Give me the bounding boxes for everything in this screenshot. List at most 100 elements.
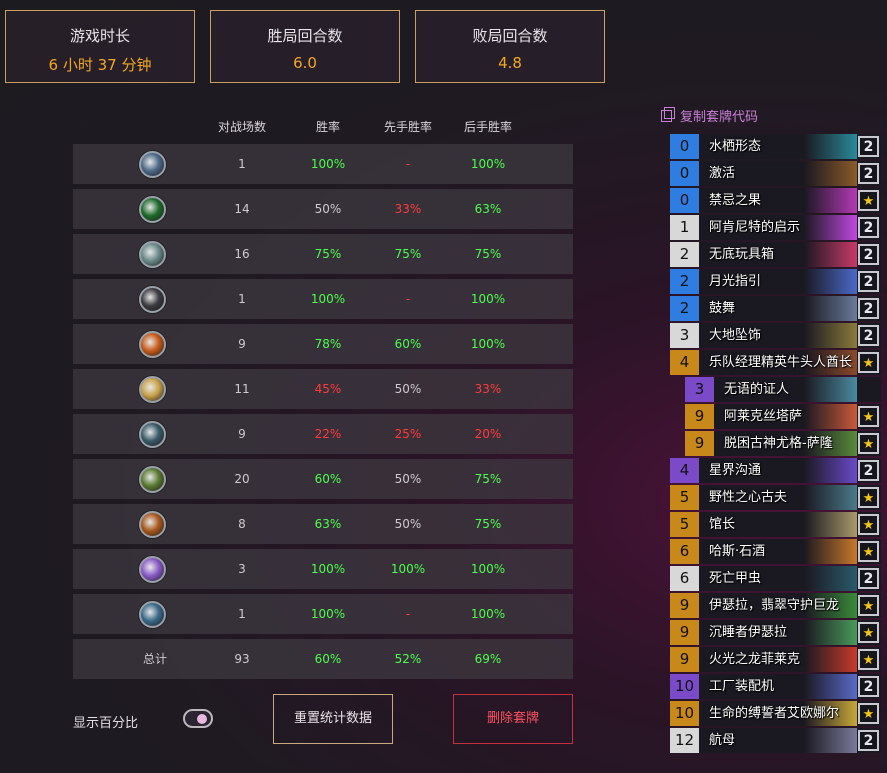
second-winrate-cell: 100% [470,607,506,621]
deck-card[interactable]: 9 脱困古神尤格-萨隆 ★ [685,431,881,456]
winrate-cell: 100% [310,607,346,621]
table-header: 对战场数 胜率 先手胜率 后手胜率 [73,118,573,136]
card-count-badge: 2 [858,676,879,697]
deck-card[interactable]: 2 月光指引 2 [670,269,881,294]
deck-card[interactable]: 5 馆长 ★ [670,512,881,537]
winrate-cell: 100% [310,157,346,171]
card-count-badge: ★ [858,622,879,643]
card-art [775,458,857,483]
druid-class-icon [139,241,166,268]
deck-card[interactable]: 10 工厂装配机 2 [670,674,881,699]
card-cost: 9 [685,431,714,456]
games-cell: 11 [234,382,250,396]
deck-card[interactable]: 9 火光之龙菲莱克 ★ [670,647,881,672]
deck-card[interactable]: 9 伊瑟拉，翡翠守护巨龙 ★ [670,593,881,618]
first-winrate-cell: 75% [394,247,422,261]
winrate-cell: 22% [314,427,342,441]
table-row: 16 75% 75% 75% [73,234,573,274]
deck-card[interactable]: 3 无语的证人 [685,377,881,402]
card-count-badge: ★ [858,352,879,373]
first-winrate-cell: 60% [394,337,422,351]
card-name: 脱困古神尤格-萨隆 [724,436,833,451]
deck-card[interactable]: 3 大地坠饰 2 [670,323,881,348]
card-cost: 5 [670,512,699,537]
deck-card[interactable]: 4 乐队经理精英牛头人酋长 ★ [670,350,881,375]
header-first-winrate: 先手胜率 [383,120,432,134]
stat-value: 4.8 [498,54,522,72]
first-winrate-cell: 50% [394,382,422,396]
card-cost: 2 [670,242,699,267]
card-name: 乐队经理精英牛头人酋长 [709,355,853,370]
card-count-badge: ★ [858,190,879,211]
card-count-badge: ★ [858,406,879,427]
card-art [775,269,857,294]
card-name: 死亡甲虫 [709,571,762,586]
deck-card[interactable]: 9 阿莱克丝塔萨 ★ [685,404,881,429]
header-second-winrate: 后手胜率 [463,120,512,134]
deck-card[interactable]: 4 星界沟通 2 [670,458,881,483]
card-name: 鼓舞 [709,301,736,316]
deck-card[interactable]: 6 哈斯·石酒 ★ [670,539,881,564]
games-cell: 1 [238,607,246,621]
first-winrate-cell: - [405,292,411,306]
show-percent-toggle[interactable] [183,709,213,728]
games-cell: 1 [238,292,246,306]
stat-label: 胜局回合数 [267,27,343,45]
demon-hunter-class-icon [139,466,166,493]
table-total-row: 总计 93 60% 52% 69% [73,639,573,679]
deck-card[interactable]: 1 阿肯尼特的启示 2 [670,215,881,240]
winrate-cell: 75% [314,247,342,261]
deck-card[interactable]: 6 死亡甲虫 2 [670,566,881,591]
paladin-class-icon [139,376,166,403]
card-cost: 5 [670,485,699,510]
card-name: 沉睡者伊瑟拉 [709,625,788,640]
deck-card[interactable]: 0 禁忌之果 ★ [670,188,881,213]
deck-card[interactable]: 12 航母 2 [670,728,881,753]
card-count-badge: ★ [858,541,879,562]
first-winrate-cell: 33% [394,202,422,216]
card-name: 水栖形态 [709,139,762,154]
card-count-badge: ★ [858,649,879,670]
delete-deck-button[interactable]: 删除套牌 [453,694,573,744]
winrate-cell: 63% [314,517,342,531]
header-games: 对战场数 [217,120,266,134]
deck-card[interactable]: 5 野性之心古夫 ★ [670,485,881,510]
card-art [775,620,857,645]
games-cell: 9 [238,427,246,441]
card-cost: 4 [670,350,699,375]
card-cost: 10 [670,701,699,726]
table-row: 9 78% 60% 100% [73,324,573,364]
card-cost: 3 [685,377,714,402]
card-count-badge: 2 [858,136,879,157]
second-winrate-cell: 100% [470,292,506,306]
winrate-cell: 50% [314,202,342,216]
deck-card[interactable]: 9 沉睡者伊瑟拉 ★ [670,620,881,645]
stat-box-win-turns: 胜局回合数 6.0 [210,10,400,83]
deck-card[interactable]: 2 无底玩具箱 2 [670,242,881,267]
total-winrate: 60% [314,652,342,666]
card-name: 阿肯尼特的启示 [709,220,801,235]
first-winrate-cell: - [405,607,411,621]
card-count-badge: ★ [858,595,879,616]
stat-value: 6.0 [293,54,317,72]
table-row: 1 100% - 100% [73,279,573,319]
shaman-class-icon [139,421,166,448]
card-art [775,134,857,159]
deck-card[interactable]: 10 生命的缚誓者艾欧娜尔 ★ [670,701,881,726]
copy-deck-code-button[interactable]: 复制套牌代码 [661,106,758,125]
deck-card[interactable]: 0 水栖形态 2 [670,134,881,159]
show-percent-label: 显示百分比 [73,716,139,731]
card-cost: 1 [670,215,699,240]
card-name: 野性之心古夫 [709,490,788,505]
card-name: 火光之龙菲莱克 [709,652,801,667]
deck-card[interactable]: 0 激活 2 [670,161,881,186]
reset-stats-button[interactable]: 重置统计数据 [273,694,393,744]
stat-box-play-time: 游戏时长 6 小时 37 分钟 [5,10,195,83]
card-name: 无底玩具箱 [709,247,775,262]
card-cost: 0 [670,134,699,159]
deck-card[interactable]: 2 鼓舞 2 [670,296,881,321]
table-row: 3 100% 100% 100% [73,549,573,589]
stat-box-loss-turns: 败局回合数 4.8 [415,10,605,83]
card-count-badge: 2 [858,217,879,238]
card-cost: 9 [670,647,699,672]
